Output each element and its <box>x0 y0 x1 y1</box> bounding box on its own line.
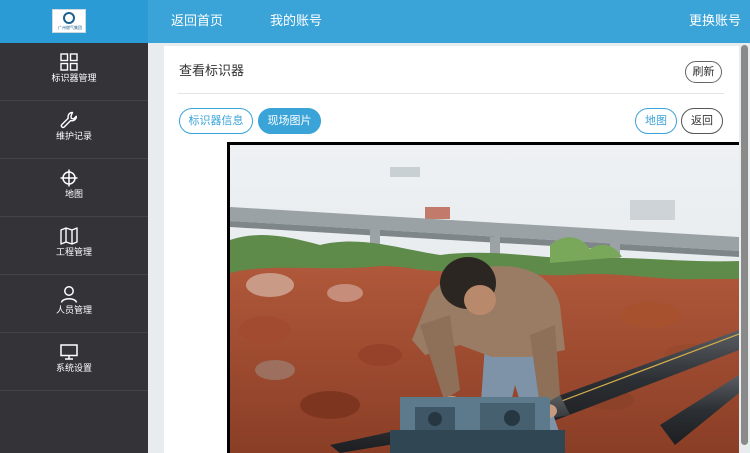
logo: 广州燃气集团 <box>52 9 86 33</box>
monitor-icon <box>60 344 78 360</box>
back-button[interactable]: 返回 <box>681 108 723 134</box>
divider <box>178 93 724 94</box>
wrench-icon <box>60 111 77 129</box>
sidebar: 标识器管理 维护记录 地图 工程管理 人员管理 系统设置 <box>0 43 148 453</box>
map-icon <box>60 227 78 245</box>
page-title: 查看标识器 <box>179 64 245 79</box>
map-button[interactable]: 地图 <box>635 108 677 134</box>
switch-account-link[interactable]: 更换账号 <box>689 13 741 31</box>
scrollbar[interactable] <box>739 43 750 453</box>
sidebar-item-staff-management[interactable]: 人员管理 <box>0 275 148 333</box>
tab-site-photos[interactable]: 现场图片 <box>258 108 321 134</box>
sidebar-item-marker-management[interactable]: 标识器管理 <box>0 43 148 101</box>
grid-icon <box>60 53 78 71</box>
refresh-button[interactable]: 刷新 <box>685 61 722 83</box>
sidebar-item-label: 维护记录 <box>55 132 92 142</box>
user-icon <box>60 286 78 303</box>
sidebar-item-label: 人员管理 <box>55 306 92 316</box>
sidebar-item-project-management[interactable]: 工程管理 <box>0 217 148 275</box>
site-photo-image <box>230 145 739 453</box>
top-bar: 广州燃气集团 返回首页 我的账号 更换账号 <box>0 0 750 43</box>
crosshair-icon <box>60 169 78 187</box>
my-account-link[interactable]: 我的账号 <box>270 13 322 31</box>
scrollbar-thumb[interactable] <box>741 45 748 445</box>
logo-text: 广州燃气集团 <box>58 25 82 30</box>
sidebar-item-maintenance-records[interactable]: 维护记录 <box>0 101 148 159</box>
sidebar-item-system-settings[interactable]: 系统设置 <box>0 333 148 391</box>
content-card: 查看标识器 刷新 标识器信息 现场图片 地图 返回 <box>164 46 739 453</box>
tab-marker-info[interactable]: 标识器信息 <box>179 108 253 134</box>
sidebar-item-label: 系统设置 <box>55 364 92 374</box>
logo-mark-icon <box>63 12 75 24</box>
sidebar-item-label: 标识器管理 <box>51 74 97 84</box>
site-photo <box>227 142 739 453</box>
sidebar-item-label: 工程管理 <box>55 248 92 258</box>
logo-area: 广州燃气集团 <box>0 0 148 43</box>
sidebar-item-map[interactable]: 地图 <box>0 159 148 217</box>
home-link[interactable]: 返回首页 <box>171 13 223 31</box>
sidebar-item-label: 地图 <box>64 190 83 200</box>
